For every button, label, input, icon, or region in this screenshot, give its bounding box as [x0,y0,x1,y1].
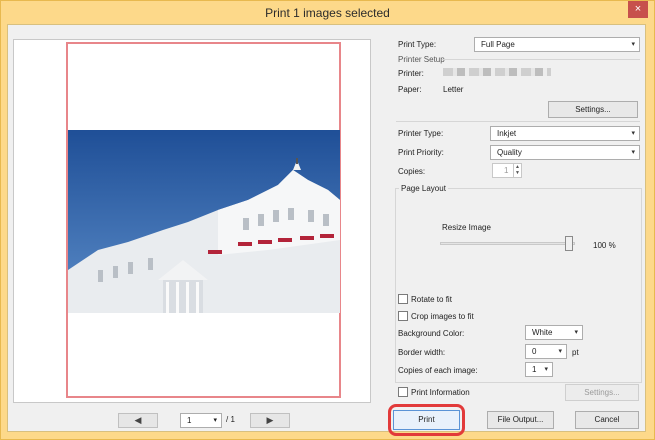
preview-photo [68,130,340,313]
resize-slider-thumb[interactable] [565,236,573,251]
title-bar[interactable]: Print 1 images selected × [1,1,654,25]
print-type-value: Full Page [481,40,515,49]
print-type-select[interactable]: Full Page ▾ [474,37,640,52]
close-button[interactable]: × [628,1,648,18]
border-width-unit: pt [572,348,579,357]
print-priority-select[interactable]: Quality ▾ [490,145,640,160]
print-type-label: Print Type: [398,40,437,49]
copies-value: 1 [504,166,509,175]
print-button-highlight [388,404,465,436]
copies-each-label: Copies of each image: [398,366,478,375]
resize-value: 100 % [593,241,616,250]
paper-label: Paper: [398,85,422,94]
file-output-button[interactable]: File Output... [487,411,554,429]
chevron-down-icon: ▾ [631,130,635,137]
copies-spinner[interactable]: 1 ▲ ▼ [492,163,522,178]
printer-setup-group-label: Printer Setup [398,55,445,64]
spinner-arrows-icon[interactable]: ▲ ▼ [513,164,521,177]
rotate-to-fit-checkbox[interactable] [398,294,408,304]
printer-label: Printer: [398,69,424,78]
background-color-label: Background Color: [398,329,465,338]
border-width-value: 0 [532,347,537,356]
chevron-down-icon: ▾ [574,329,578,336]
copies-each-select[interactable]: 1 ▾ [525,362,553,377]
copies-label: Copies: [398,167,426,176]
background-color-select[interactable]: White ▾ [525,325,583,340]
printer-settings-button[interactable]: Settings... [548,101,638,118]
printer-setup-divider [442,59,640,60]
print-priority-label: Print Priority: [398,148,444,157]
print-priority-value: Quality [497,148,522,157]
window-title: Print 1 images selected [265,6,390,20]
cancel-button[interactable]: Cancel [575,411,639,429]
building-photo-image [68,130,340,313]
border-width-select[interactable]: 0 ▾ [525,344,567,359]
page-total-label: / 1 [226,415,235,424]
copies-each-value: 1 [532,365,537,374]
page-number-select[interactable]: 1 ▾ [180,413,222,428]
section-divider [396,121,640,122]
chevron-down-icon: ▾ [631,41,635,48]
crop-images-label: Crop images to fit [411,312,474,321]
crop-images-checkbox[interactable] [398,311,408,321]
previous-page-button[interactable]: ◀ [118,413,158,428]
resize-image-label: Resize Image [442,223,491,232]
background-color-value: White [532,328,553,337]
next-page-button[interactable]: ▶ [250,413,290,428]
border-width-label: Border width: [398,348,446,357]
rotate-to-fit-label: Rotate to fit [411,295,452,304]
paper-value: Letter [443,85,464,94]
printer-type-value: Inkjet [497,129,517,138]
printer-type-select[interactable]: Inkjet ▾ [490,126,640,141]
printer-name-redacted [443,68,551,76]
page-number-value: 1 [187,416,192,425]
page-layout-group-label: Page Layout [399,184,448,193]
chevron-down-icon: ▾ [544,366,548,373]
chevron-down-icon: ▾ [213,417,217,424]
resize-slider-track[interactable] [440,242,575,245]
print-information-label: Print Information [411,388,470,397]
print-information-checkbox[interactable] [398,387,408,397]
chevron-down-icon: ▾ [631,149,635,156]
printer-type-label: Printer Type: [398,129,444,138]
print-information-settings-button[interactable]: Settings... [565,384,639,401]
chevron-down-icon: ▾ [558,348,562,355]
